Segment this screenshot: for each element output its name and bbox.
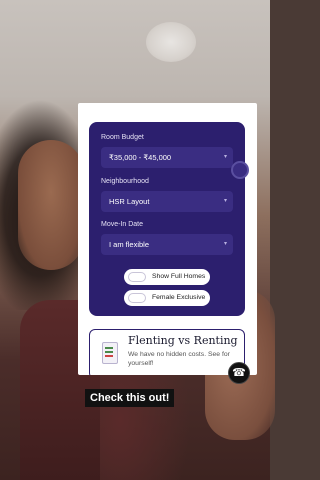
- neighbourhood-select[interactable]: HSR Layout ▾: [101, 191, 233, 212]
- chevron-down-icon: ▾: [223, 198, 227, 204]
- show-full-homes-label: Show Full Homes: [152, 273, 206, 280]
- promo-description: We have no hidden costs. See for yoursel…: [128, 351, 230, 367]
- person-face: [18, 140, 84, 270]
- whatsapp-icon[interactable]: ☎: [228, 362, 250, 384]
- chevron-down-icon: ▾: [223, 154, 227, 160]
- chevron-down-icon: ▾: [223, 241, 227, 247]
- female-exclusive-label: Female Exclusive: [152, 294, 206, 301]
- promo-title: Flenting vs Renting: [128, 334, 238, 347]
- ceiling-fan: [146, 22, 196, 62]
- neighbourhood-value: HSR Layout: [109, 197, 150, 206]
- move-in-select[interactable]: I am flexible ▾: [101, 234, 233, 255]
- document-icon: [102, 342, 118, 364]
- move-in-label: Move-In Date: [101, 221, 144, 228]
- promo-card[interactable]: Flenting vs Renting We have no hidden co…: [89, 329, 245, 375]
- move-in-value: I am flexible: [109, 240, 150, 249]
- room-budget-value: ₹35,000 - ₹45,000: [109, 153, 172, 162]
- show-full-homes-toggle[interactable]: Show Full Homes: [124, 269, 210, 285]
- app-screenshot-panel: Room Budget ₹35,000 - ₹45,000 ▾ Neighbou…: [78, 103, 257, 375]
- video-caption: Check this out!: [85, 389, 175, 407]
- room-budget-select[interactable]: ₹35,000 - ₹45,000 ▾: [101, 147, 233, 168]
- filter-card: Room Budget ₹35,000 - ₹45,000 ▾ Neighbou…: [89, 122, 245, 316]
- room-budget-label: Room Budget: [101, 134, 144, 141]
- female-exclusive-toggle[interactable]: Female Exclusive: [124, 290, 210, 306]
- scroll-handle[interactable]: [231, 161, 249, 179]
- toggle-knob: [128, 293, 146, 303]
- neighbourhood-label: Neighbourhood: [101, 178, 149, 185]
- toggle-knob: [128, 272, 146, 282]
